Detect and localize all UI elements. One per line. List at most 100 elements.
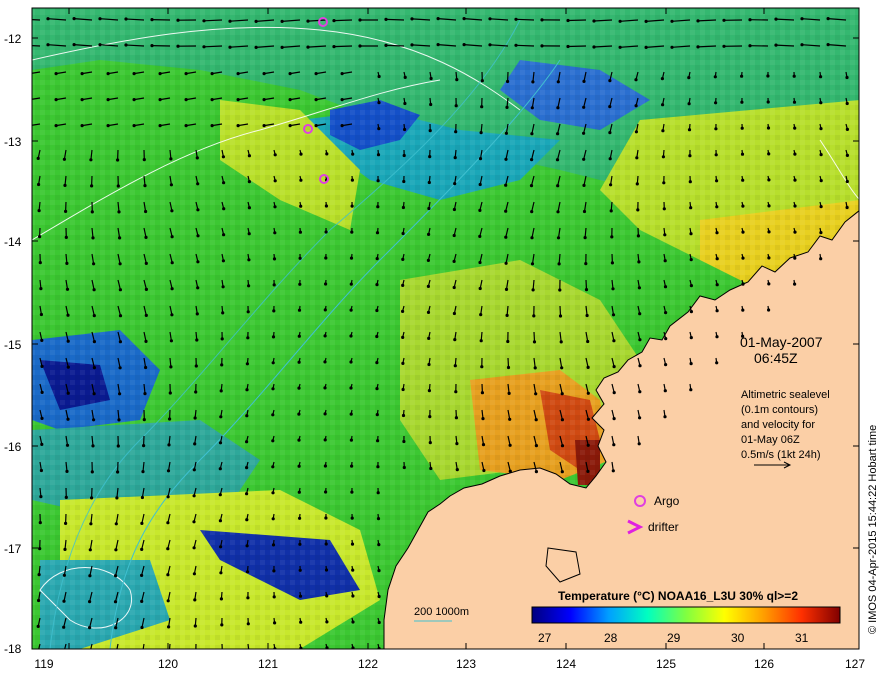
- velocity-arrowhead: [556, 184, 559, 187]
- credit-label: © IMOS 04-Apr-2015 15:44:22 Hobart time: [867, 425, 879, 634]
- velocity-arrowhead: [91, 236, 94, 239]
- velocity-arrowhead: [36, 651, 39, 654]
- velocity-arrowhead: [325, 230, 328, 233]
- velocity-arrowhead: [298, 283, 301, 286]
- velocity-arrowhead: [298, 517, 301, 520]
- velocity-arrowhead: [586, 470, 589, 473]
- info-line: (0.1m contours): [741, 404, 818, 416]
- velocity-arrowhead: [246, 596, 249, 599]
- velocity-arrowhead: [557, 80, 560, 83]
- velocity-arrowhead: [358, 44, 361, 47]
- velocity-arrowhead: [377, 491, 380, 494]
- velocity-arrowhead: [142, 444, 145, 447]
- velocity-arrowhead: [116, 158, 119, 161]
- velocity-arrowhead: [140, 626, 143, 629]
- velocity-arrowhead: [263, 124, 266, 127]
- date-label: 01-May-2007: [740, 334, 823, 350]
- velocity-arrowhead: [715, 179, 718, 182]
- velocity-arrow: [169, 644, 170, 653]
- velocity-arrowhead: [29, 98, 32, 101]
- velocity-arrowhead: [272, 309, 275, 312]
- velocity-arrowhead: [610, 235, 613, 238]
- velocity-arrowhead: [427, 259, 430, 262]
- velocity-arrowhead: [219, 467, 222, 470]
- velocity-arrowhead: [140, 522, 143, 525]
- velocity-arrowhead: [592, 19, 595, 22]
- velocity-arrowhead: [561, 470, 564, 473]
- velocity-arrowhead: [612, 443, 615, 446]
- velocity-arrowhead: [273, 231, 276, 234]
- velocity-arrowhead: [272, 335, 275, 338]
- velocity-arrowhead: [144, 366, 147, 369]
- velocity-arrowhead: [638, 390, 641, 393]
- velocity-arrowhead: [332, 19, 335, 22]
- velocity-arrowhead: [324, 334, 327, 337]
- velocity-arrowhead: [662, 155, 665, 158]
- velocity-arrowhead: [192, 520, 195, 523]
- velocity-arrowhead: [827, 43, 830, 46]
- info-line: 0.5m/s (1kt 24h): [741, 449, 820, 461]
- velocity-arrowhead: [690, 310, 693, 313]
- y-tick-label: -16: [4, 440, 22, 454]
- velocity-arrowhead: [237, 124, 240, 127]
- velocity-arrowhead: [245, 414, 248, 417]
- velocity-arrowhead: [341, 98, 344, 101]
- velocity-arrowhead: [664, 337, 667, 340]
- velocity-arrowhead: [437, 17, 440, 20]
- velocity-arrowhead: [170, 209, 173, 212]
- velocity-arrowhead: [429, 103, 432, 106]
- velocity-arrowhead: [324, 438, 327, 441]
- velocity-arrowhead: [196, 312, 199, 315]
- velocity-arrowhead: [509, 444, 512, 447]
- velocity-arrowhead: [289, 98, 292, 101]
- velocity-arrowhead: [46, 17, 49, 20]
- velocity-arrowhead: [219, 493, 222, 496]
- velocity-arrowhead: [800, 17, 803, 20]
- velocity-arrowhead: [150, 44, 153, 47]
- velocity-arrowhead: [661, 77, 664, 80]
- velocity-arrowhead: [715, 153, 718, 156]
- velocity-arrowhead: [793, 257, 796, 260]
- velocity-arrowhead: [688, 154, 691, 157]
- velocity-arrowhead: [800, 43, 803, 46]
- velocity-arrowhead: [64, 210, 67, 213]
- velocity-arrowhead: [222, 233, 225, 236]
- velocity-arrowhead: [454, 364, 457, 367]
- velocity-arrowhead: [91, 210, 94, 213]
- velocity-arrowhead: [349, 334, 352, 337]
- velocity-arrowhead: [40, 443, 43, 446]
- velocity-arrowhead: [427, 337, 430, 340]
- x-tick-label: 126: [754, 657, 774, 671]
- colorbar-tick-label: 30: [731, 631, 745, 645]
- velocity-arrowhead: [582, 106, 585, 109]
- velocity-arrowhead: [741, 231, 744, 234]
- velocity-arrowhead: [611, 287, 614, 290]
- velocity-arrow: [568, 46, 586, 47]
- velocity-arrowhead: [64, 522, 67, 525]
- velocity-arrowhead: [430, 77, 433, 80]
- x-tick-label: 123: [456, 657, 476, 671]
- velocity-arrowhead: [506, 340, 509, 343]
- colorbar-title: Temperature (°C) NOAA16_L3U 30% ql>=2: [558, 589, 798, 603]
- velocity-arrowhead: [220, 597, 223, 600]
- argo-legend-label: Argo: [654, 494, 680, 508]
- velocity-arrowhead: [534, 392, 537, 395]
- velocity-arrowhead: [377, 101, 380, 104]
- velocity-arrowhead: [609, 183, 612, 186]
- velocity-arrowhead: [315, 72, 318, 75]
- velocity-arrowhead: [325, 152, 328, 155]
- velocity-arrowhead: [119, 340, 122, 343]
- velocity-arrowhead: [638, 442, 641, 445]
- velocity-arrowhead: [144, 340, 147, 343]
- velocity-arrowhead: [504, 184, 507, 187]
- velocity-arrowhead: [482, 469, 485, 472]
- velocity-arrowhead: [454, 130, 457, 133]
- velocity-arrowhead: [377, 569, 380, 572]
- velocity-arrowhead: [774, 44, 777, 47]
- velocity-arrowhead: [324, 308, 327, 311]
- velocity-arrowhead: [228, 46, 231, 49]
- velocity-arrowhead: [39, 261, 42, 264]
- velocity-arrowhead: [428, 389, 431, 392]
- colorbar: [532, 607, 840, 623]
- velocity-arrowhead: [159, 124, 162, 127]
